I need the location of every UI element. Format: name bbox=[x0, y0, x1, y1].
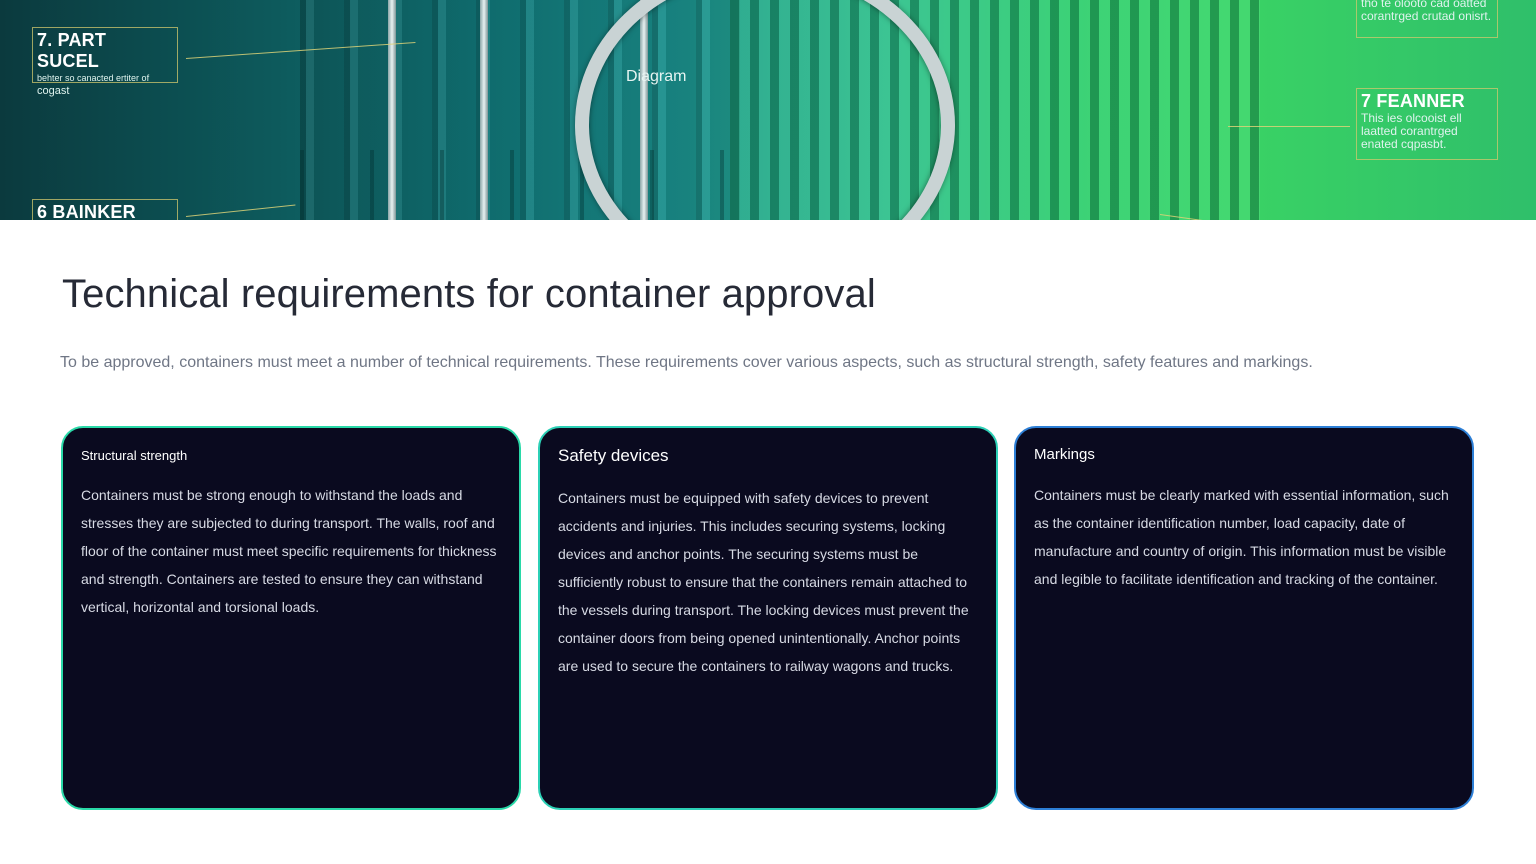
callout-body: cogast bbox=[37, 85, 70, 97]
card-title: Safety devices bbox=[558, 446, 669, 465]
callout-body: tho te olooto cad oatted corantrged crut… bbox=[1361, 0, 1492, 23]
diagram-label: Diagram bbox=[626, 68, 687, 85]
magnifier-ring bbox=[575, 0, 955, 220]
card-body: Containers must be equipped with safety … bbox=[558, 490, 969, 674]
hero-banner: Diagram 7. PART SUCEL behter so canacted… bbox=[0, 0, 1536, 220]
intro-paragraph: To be approved, containers must meet a n… bbox=[60, 354, 1313, 371]
card-body: Containers must be clearly marked with e… bbox=[1034, 487, 1449, 587]
locking-bar bbox=[480, 0, 488, 220]
callout-body: behter so canacted ertiter of bbox=[37, 73, 150, 83]
callout-body: This ies olcooist ell laatted corantrged… bbox=[1361, 111, 1462, 151]
callout-leader bbox=[185, 204, 296, 217]
callout-head: 7. PART SUCEL bbox=[37, 30, 107, 71]
callout-bainker: 6 BAINKER bbox=[32, 199, 178, 220]
page-title: Technical requirements for container app… bbox=[62, 272, 876, 316]
card-body: Containers must be strong enough to with… bbox=[81, 487, 497, 615]
card-structural-strength: Structural strength Containers must be s… bbox=[61, 426, 521, 810]
callout-leader bbox=[1228, 126, 1350, 127]
callout-part: 7. PART SUCEL behter so canacted ertiter… bbox=[32, 27, 178, 97]
card-title: Markings bbox=[1034, 446, 1095, 463]
callout-feanner: 7 FEANNER This ies olcooist ell laatted … bbox=[1356, 88, 1498, 160]
locking-bar bbox=[388, 0, 396, 220]
card-safety-devices: Safety devices Containers must be equipp… bbox=[538, 426, 998, 810]
card-markings: Markings Containers must be clearly mark… bbox=[1014, 426, 1474, 810]
card-title: Structural strength bbox=[81, 448, 188, 463]
callout-head: 6 BAINKER bbox=[37, 202, 136, 220]
callout-head: 7 FEANNER bbox=[1361, 91, 1465, 111]
callout-top-right: tho te olooto cad oatted corantrged crut… bbox=[1356, 0, 1498, 38]
